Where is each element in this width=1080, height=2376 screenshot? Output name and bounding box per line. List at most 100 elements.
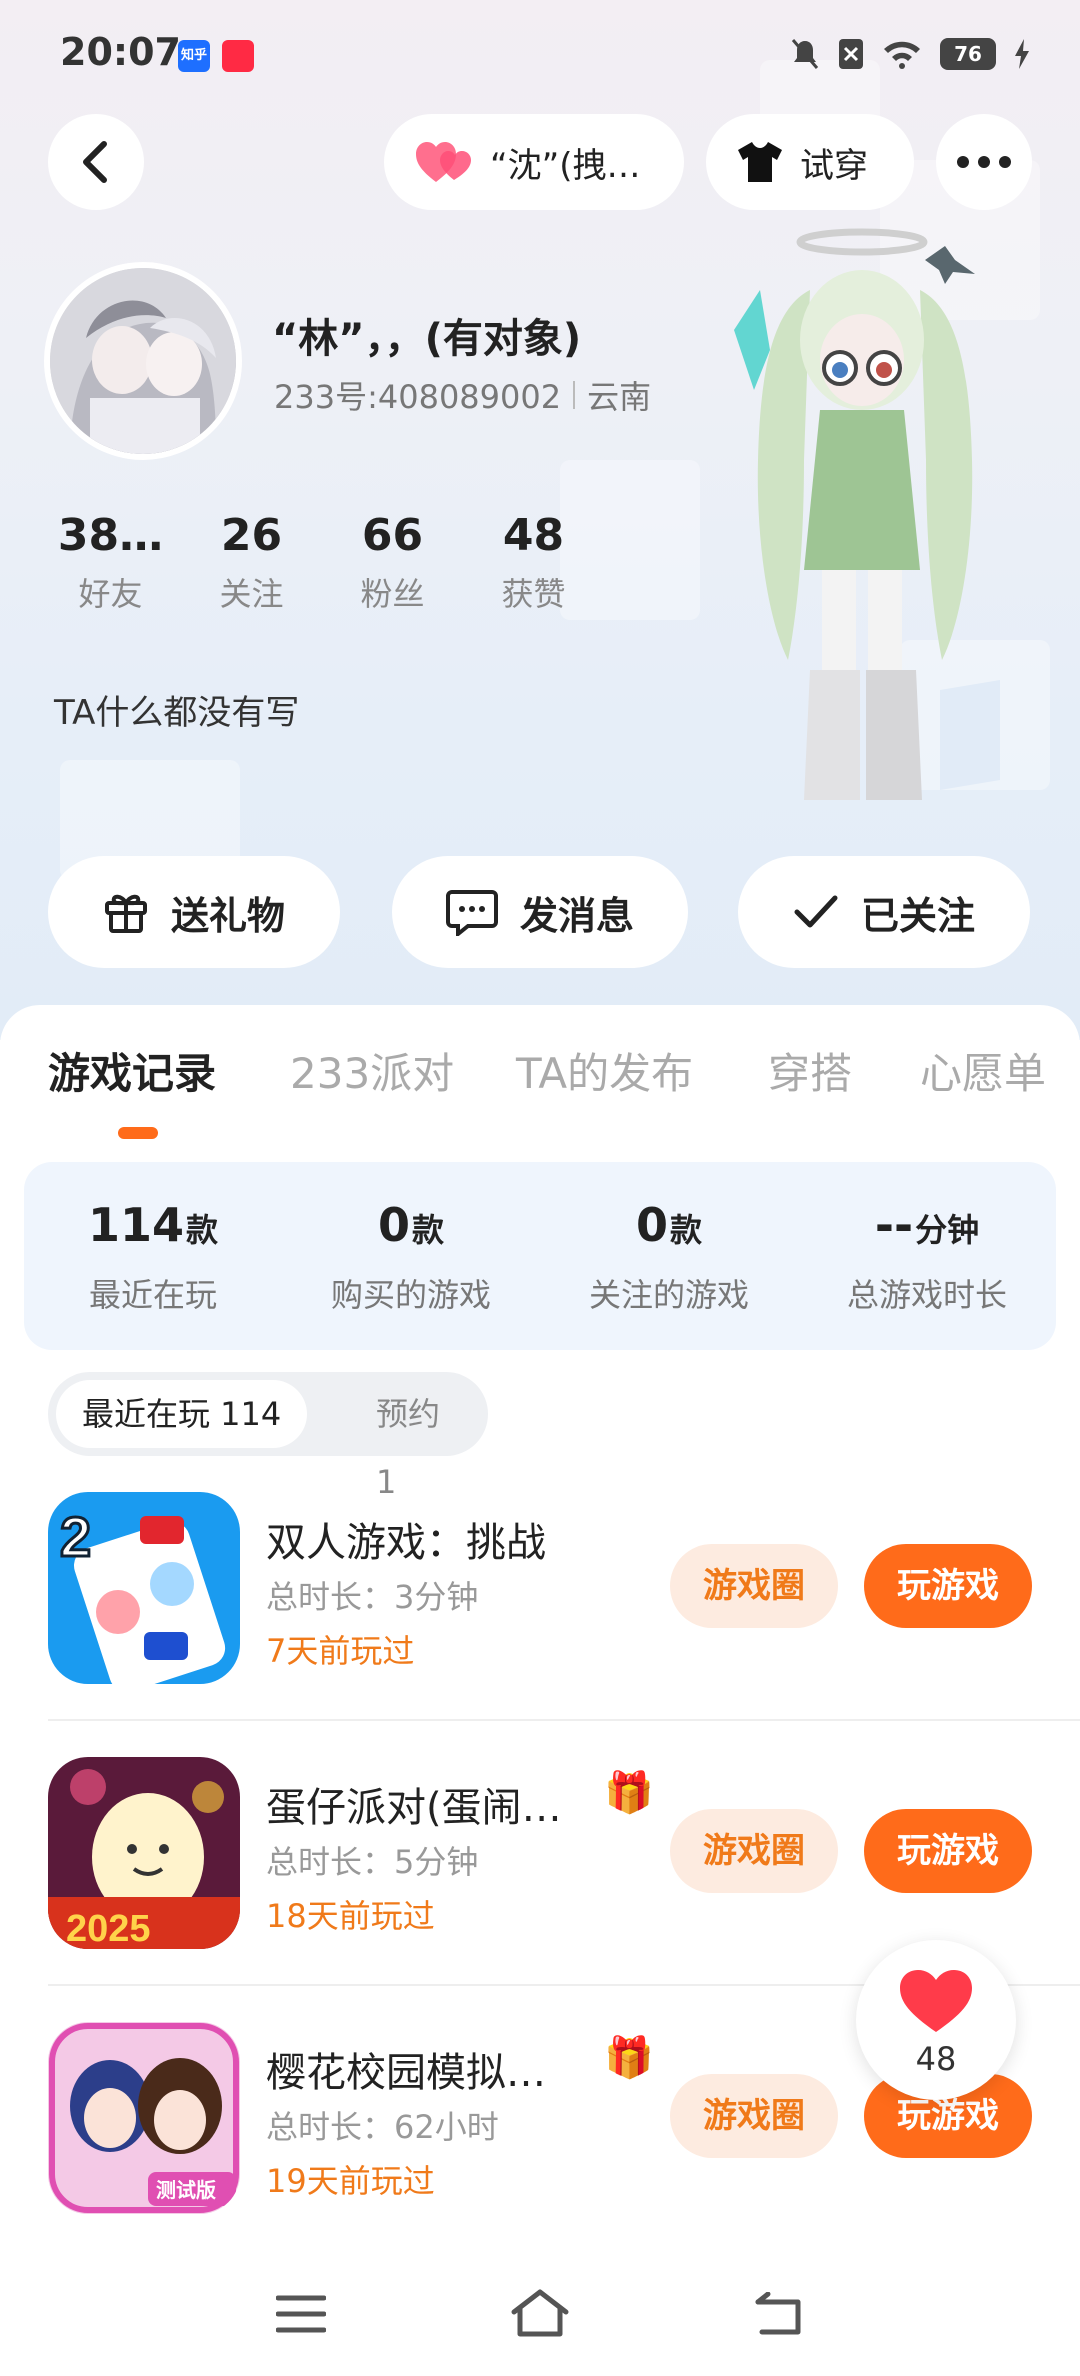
try-on-label: 试穿 xyxy=(800,145,868,186)
tab-outfits[interactable]: 穿搭 xyxy=(768,1040,852,1101)
mute-icon xyxy=(791,39,819,69)
battery-indicator: 76 xyxy=(940,38,996,70)
send-gift-label: 送礼物 xyxy=(170,893,285,938)
summary-unit: 款 xyxy=(186,1211,219,1249)
svg-text:测试版: 测试版 xyxy=(156,2178,216,2202)
summary-label: 关注的游戏 xyxy=(588,1276,749,1314)
stat-following[interactable]: 26 关注 xyxy=(181,510,322,615)
tab-game-records[interactable]: 游戏记录 xyxy=(48,1040,216,1101)
couple-button[interactable]: “沈”(拽… xyxy=(384,114,684,210)
summary-playtime[interactable]: --分钟 总游戏时长 xyxy=(798,1162,1056,1350)
divider xyxy=(48,1719,1080,1721)
tab-wishlist[interactable]: 心愿单 xyxy=(920,1040,1046,1101)
summary-recent[interactable]: 114款 最近在玩 xyxy=(24,1162,282,1350)
stat-value: 48 xyxy=(502,510,565,561)
checkmark-icon xyxy=(794,895,838,928)
game-icon-eggy-party[interactable]: 2025 xyxy=(48,1757,240,1949)
game-duration: 总时长：3分钟 xyxy=(266,1578,479,1616)
gift-badge-icon: 🎁 xyxy=(604,1770,654,1816)
segment-control: 最近在玩 114 预约 1 xyxy=(48,1372,488,1501)
profile-bio: TA什么都没有写 xyxy=(54,693,300,733)
summary-unit: 分钟 xyxy=(915,1211,980,1249)
game-circle-button[interactable]: 游戏圈 xyxy=(670,1809,838,1893)
summary-purchased[interactable]: 0款 购买的游戏 xyxy=(282,1162,540,1350)
chevron-left-icon xyxy=(83,141,107,183)
summary-label: 最近在玩 xyxy=(88,1276,217,1314)
play-game-button[interactable]: 玩游戏 xyxy=(864,1544,1032,1628)
status-time: 20:07 xyxy=(60,30,181,74)
avatar[interactable] xyxy=(44,262,242,460)
summary-label: 购买的游戏 xyxy=(330,1276,491,1314)
stat-value: 66 xyxy=(361,510,424,561)
game-summary: 114款 最近在玩 0款 购买的游戏 0款 关注的游戏 --分钟 总游戏时长 xyxy=(24,1162,1056,1350)
avatar-character[interactable] xyxy=(690,220,1030,840)
tab-posts[interactable]: TA的发布 xyxy=(516,1040,693,1101)
summary-value: 114 xyxy=(87,1198,184,1252)
game-list-item[interactable]: 2 双人游戏：挑战 总时长：3分钟 7天前玩过 游戏圈 玩游戏 xyxy=(48,1492,1080,1702)
heart-icon xyxy=(900,1970,972,2032)
stat-likes[interactable]: 48 获赞 xyxy=(463,510,604,615)
stat-friends[interactable]: 38… 好友 xyxy=(40,510,181,615)
followed-label: 已关注 xyxy=(860,893,975,938)
profile-name: “林”，，(有对象) xyxy=(272,316,582,362)
stat-label: 好友 xyxy=(78,575,143,613)
game-icon-two-player[interactable]: 2 xyxy=(48,1492,240,1684)
followed-button[interactable]: 已关注 xyxy=(738,856,1030,968)
gift-icon xyxy=(104,894,147,933)
stat-fans[interactable]: 66 粉丝 xyxy=(322,510,463,615)
separator xyxy=(573,381,576,409)
system-nav-bar xyxy=(0,2250,1080,2376)
no-sim-icon xyxy=(839,39,863,69)
status-icons: 76 xyxy=(790,38,1030,70)
menu-icon[interactable] xyxy=(276,2294,326,2334)
send-message-label: 发消息 xyxy=(519,893,634,938)
tab-indicator xyxy=(118,1127,158,1139)
game-circle-button[interactable]: 游戏圈 xyxy=(670,1544,838,1628)
like-button[interactable]: 48 xyxy=(856,1940,1016,2100)
tab-bar: 游戏记录 233派对 TA的发布 穿搭 心愿单 xyxy=(0,1040,1080,1130)
stat-value: 38… xyxy=(57,510,164,561)
tab-233-party[interactable]: 233派对 xyxy=(290,1040,454,1101)
game-duration: 总时长：62小时 xyxy=(266,2108,499,2146)
chat-bubble-icon xyxy=(445,890,498,936)
game-last-played: 7天前玩过 xyxy=(266,1632,415,1670)
home-icon[interactable] xyxy=(510,2288,570,2338)
back-button[interactable] xyxy=(48,114,144,210)
back-nav-icon[interactable] xyxy=(754,2292,806,2336)
send-gift-button[interactable]: 送礼物 xyxy=(48,856,340,968)
avatar-image xyxy=(50,268,236,454)
send-message-button[interactable]: 发消息 xyxy=(392,856,688,968)
game-duration: 总时长：5分钟 xyxy=(266,1843,479,1881)
try-on-button[interactable]: 试穿 xyxy=(706,114,914,210)
xiaohongshu-app-icon xyxy=(222,40,254,72)
charging-icon xyxy=(1015,39,1029,69)
summary-value: 0 xyxy=(635,1198,668,1252)
profile-id: 233号:408089002 xyxy=(274,378,562,416)
play-game-button[interactable]: 玩游戏 xyxy=(864,1809,1032,1893)
tshirt-icon xyxy=(738,142,782,182)
zhihu-app-icon: 知乎 xyxy=(178,40,210,72)
svg-text:2: 2 xyxy=(60,1505,91,1568)
game-title: 樱花校园模拟… xyxy=(266,2050,546,2096)
profile-region: 云南 xyxy=(587,378,652,416)
segment-recent[interactable]: 最近在玩 114 xyxy=(56,1380,308,1448)
game-last-played: 19天前玩过 xyxy=(266,2162,435,2200)
game-last-played: 18天前玩过 xyxy=(266,1897,435,1935)
game-circle-button[interactable]: 游戏圈 xyxy=(670,2074,838,2158)
segment-reserved[interactable]: 预约 1 xyxy=(358,1380,488,1501)
summary-value: 0 xyxy=(377,1198,410,1252)
svg-text:2025: 2025 xyxy=(66,1908,151,1949)
stat-value: 26 xyxy=(220,510,283,561)
status-bar: 20:07 知乎 76 xyxy=(0,0,1080,110)
stat-label: 获赞 xyxy=(501,575,566,613)
wifi-icon xyxy=(884,41,920,69)
game-title: 蛋仔派对(蛋闹… xyxy=(266,1785,562,1831)
summary-followed[interactable]: 0款 关注的游戏 xyxy=(540,1162,798,1350)
gift-badge-icon: 🎁 xyxy=(604,2035,654,2081)
profile-id-row: 233号:408089002 云南 xyxy=(274,372,651,418)
more-button[interactable] xyxy=(936,114,1032,210)
game-icon-sakura-school[interactable]: 测试版 xyxy=(48,2022,240,2214)
stat-label: 关注 xyxy=(219,575,284,613)
more-horizontal-icon xyxy=(957,156,1011,168)
game-list-item[interactable]: 2025 蛋仔派对(蛋闹… 🎁 总时长：5分钟 18天前玩过 游戏圈 玩游戏 xyxy=(48,1757,1080,1967)
